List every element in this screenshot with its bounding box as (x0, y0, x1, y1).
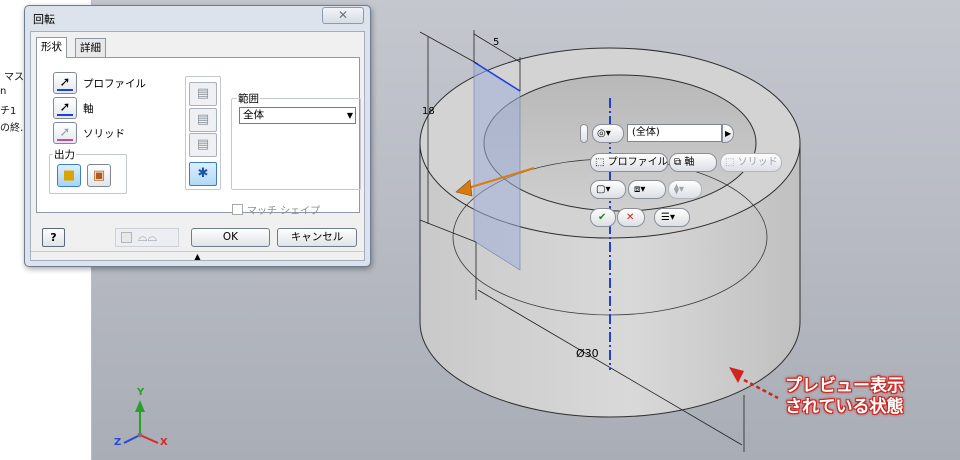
revolve-dialog[interactable]: 回転 ✕ 形状 詳細 ➚ プロファイル ➚ 軸 ➚ ソリッド 出力 ■ ▣ ▤ … (24, 5, 371, 267)
solid-output-icon: ▢▾ (596, 184, 611, 195)
dialog-title: 回転 (33, 13, 55, 26)
solid-select-button[interactable]: ➚ (53, 122, 77, 144)
minitoolbar-grip[interactable] (580, 124, 588, 143)
axis-label: 軸 (83, 103, 94, 115)
range-value: 全体 (243, 109, 264, 121)
preview-checkbox[interactable] (121, 232, 132, 243)
list-options-icon: ☰▾ (661, 212, 675, 223)
ok-button[interactable]: OK (191, 228, 270, 247)
new-solid-button[interactable]: ✱ (189, 162, 217, 186)
minitoolbar-ok-button[interactable]: ✔ (590, 208, 616, 227)
dialog-client: 形状 詳細 ➚ プロファイル ➚ 軸 ➚ ソリッド 出力 ■ ▣ ▤ ▤ ▤ ✱… (30, 31, 365, 261)
cancel-button[interactable]: キャンセル (277, 228, 357, 247)
cursor-arrow-icon: ➚ (59, 100, 71, 115)
cut-button[interactable]: ▤ (189, 108, 217, 132)
triad-x-label: X (160, 437, 168, 448)
dimension-diameter[interactable]: Ø30 (576, 347, 599, 360)
triad-origin (137, 432, 143, 438)
triangle-up-icon: ▲ (194, 252, 201, 261)
extent-icon: ◎▾ (597, 128, 611, 139)
profile-select-button[interactable]: ➚ (53, 72, 77, 94)
profile-select-icon: ⬚ (595, 157, 605, 168)
solid-label: ソリッド (83, 128, 125, 140)
minitoolbar-profile-button[interactable]: ⬚ プロファイル (590, 153, 668, 172)
close-icon: ✕ (337, 8, 349, 22)
axis-select-button[interactable]: ➚ (53, 97, 77, 119)
close-button[interactable]: ✕ (322, 7, 364, 24)
profile-label: プロファイル (83, 78, 146, 90)
help-icon: ? (50, 231, 57, 244)
join-button[interactable]: ▤ (189, 82, 217, 106)
cursor-arrow-icon: ➚ (59, 125, 71, 140)
triad-y-label: Y (137, 387, 145, 398)
intersect-button[interactable]: ▤ (189, 133, 217, 157)
range-select[interactable]: 全体 ▼ (239, 107, 356, 124)
minitoolbar-range-field[interactable]: (全体) (627, 124, 722, 142)
minitoolbar-cancel-button[interactable]: ✕ (617, 208, 645, 227)
join-icon: ⧈▾ (634, 184, 646, 195)
minitoolbar-extent-dropdown[interactable]: ◎▾ (592, 124, 624, 143)
check-icon: ✔ (598, 212, 607, 223)
intersect-icon: ▤ (196, 137, 210, 152)
surface-cube-icon: ▣ (92, 168, 106, 183)
minitoolbar-axis-label: 軸 (684, 157, 695, 168)
profile-plane (473, 61, 521, 271)
shape-panel: ➚ プロファイル ➚ 軸 ➚ ソリッド 出力 ■ ▣ ▤ ▤ ▤ ✱ 範囲 全体… (36, 57, 361, 217)
match-shape-label: マッチ シェイプ (247, 206, 321, 217)
solid-select-icon: ⬚ (725, 157, 735, 168)
dimension-width[interactable]: 5 (493, 37, 499, 48)
output-surface-button[interactable]: ▣ (87, 164, 111, 187)
direction-icon: ⧫▾ (674, 184, 684, 195)
triad-y-head (135, 400, 145, 412)
dimension-height[interactable]: 18 (422, 106, 435, 117)
minitoolbar-operation-dropdown[interactable]: ⧈▾ (628, 180, 666, 199)
annotation-line-1: プレビュー表示 (785, 376, 904, 396)
range-label: 範囲 (237, 91, 260, 106)
new-solid-icon: ✱ (197, 166, 209, 181)
preview-toggle[interactable]: ⌓⌓ (115, 228, 179, 247)
match-shape-checkbox[interactable] (232, 204, 243, 215)
triad-x-axis (139, 434, 159, 444)
cursor-arrow-icon: ➚ (59, 75, 71, 90)
extension-line (419, 31, 479, 65)
chevron-down-icon: ▼ (346, 111, 353, 120)
triad-z-label: Z (114, 437, 122, 448)
output-label: 出力 (53, 147, 76, 162)
minitoolbar-options-dropdown[interactable]: ☰▾ (654, 208, 690, 227)
join-icon: ▤ (196, 86, 210, 101)
glasses-icon: ⌓⌓ (138, 230, 157, 244)
minitoolbar-solid-button[interactable]: ⬚ ソリッド (720, 153, 782, 172)
cancel-icon: ✕ (626, 212, 635, 223)
solid-cube-icon: ■ (62, 168, 76, 183)
tab-shape[interactable]: 形状 (36, 37, 67, 58)
minitoolbar-output-dropdown[interactable]: ▢▾ (590, 180, 626, 199)
preview-annotation: プレビュー表示 されている状態 (785, 376, 904, 418)
tab-more[interactable]: 詳細 (75, 38, 106, 57)
triad-z-axis (123, 434, 141, 444)
minitoolbar-direction-dropdown[interactable]: ⧫▾ (668, 180, 702, 199)
cut-icon: ▤ (196, 112, 210, 127)
more-toggle-bar[interactable]: ▲ (31, 251, 364, 261)
help-button[interactable]: ? (42, 228, 65, 247)
minitoolbar-profile-label: プロファイル (607, 157, 668, 168)
minitoolbar-solid-label: ソリッド (737, 157, 778, 168)
output-solid-button[interactable]: ■ (57, 164, 81, 187)
annotation-line-2: されている状態 (785, 397, 904, 417)
axis-select-icon: ⧉ (674, 157, 682, 168)
minitoolbar-axis-button[interactable]: ⧉ 軸 (669, 153, 717, 172)
